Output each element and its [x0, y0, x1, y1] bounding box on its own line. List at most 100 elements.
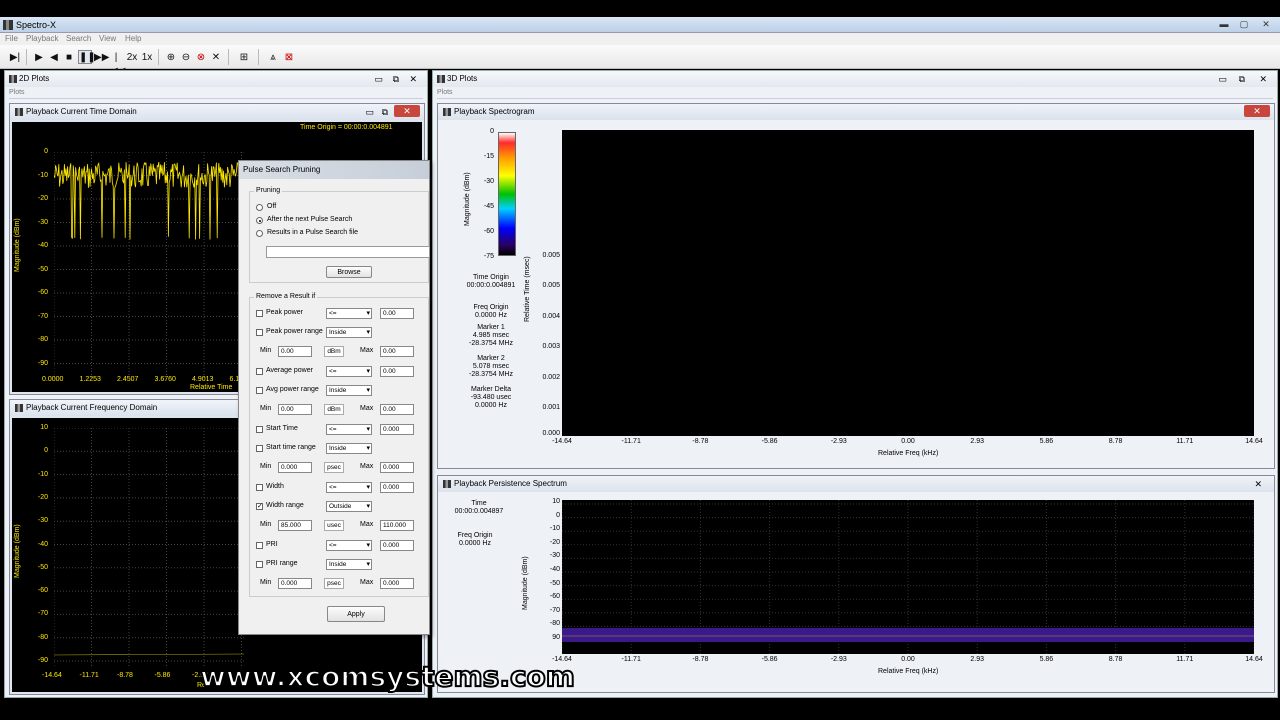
x-tick-label: -5.86 — [154, 672, 171, 679]
min-input[interactable]: 0.000 — [278, 578, 312, 589]
spectrogram-plot[interactable] — [562, 130, 1254, 436]
y-tick-label: -90 — [37, 657, 48, 664]
persistence-title: Playback Persistence Spectrum — [454, 479, 567, 488]
restore-icon[interactable]: ⧉ — [393, 71, 399, 87]
close-icon[interactable]: ✕ — [409, 71, 417, 87]
marker2-info: Marker 2 5.078 msec -28.3754 MHz — [456, 355, 526, 379]
checkbox-width[interactable] — [256, 484, 263, 491]
min-input[interactable]: 0.00 — [278, 404, 312, 415]
zoom-out-icon[interactable]: ⊖ — [179, 50, 193, 64]
close-icon[interactable]: ✕ — [1254, 476, 1262, 492]
marker2-label: Marker 2 — [477, 355, 505, 362]
x-tick-label: 11.71 — [1176, 438, 1194, 445]
restore-icon[interactable]: ⧉ — [1239, 71, 1245, 87]
persistence-plot[interactable] — [562, 500, 1254, 654]
speed-1x-icon[interactable]: 1x — [140, 50, 154, 64]
close-icon[interactable]: ✕ — [1258, 19, 1274, 30]
operator-select[interactable]: Inside — [326, 385, 372, 396]
zoom-reset-icon[interactable]: ⊗ — [194, 50, 208, 64]
zoom-fit-icon[interactable]: ✕ — [209, 50, 223, 64]
operator-select[interactable]: <= — [326, 424, 372, 435]
apply-button[interactable]: Apply — [327, 606, 385, 622]
checkbox-avg-power-range[interactable] — [256, 387, 263, 394]
file-path-input[interactable] — [266, 246, 430, 258]
value-input[interactable]: 0.00 — [380, 308, 414, 319]
value-input[interactable]: 0.000 — [380, 540, 414, 551]
checkbox-start-time[interactable] — [256, 426, 263, 433]
menu-search[interactable]: Search — [66, 34, 91, 43]
window-icon — [15, 108, 23, 116]
max-input[interactable]: 0.000 — [380, 462, 414, 473]
checkbox-pri-range[interactable] — [256, 561, 263, 568]
minimize-icon[interactable]: ▭ — [374, 71, 383, 87]
operator-select[interactable]: <= — [326, 482, 372, 493]
marker-delta-time: -93.480 usec — [470, 394, 512, 401]
toolbar: ▶| ▶ ◀ ■ ❚❚ ▶▶ |◀◀ 2x 1x ⊕ ⊖ ⊗ ✕ ⊞ ⩓ ⊠ — [0, 45, 1280, 77]
operator-select[interactable]: <= — [326, 308, 372, 319]
unit-label: psec — [324, 462, 344, 473]
radio-results-file[interactable] — [256, 230, 263, 237]
y-tick-label: -60 — [549, 593, 560, 601]
menu-view[interactable]: View — [99, 34, 116, 43]
pulse-delete-icon[interactable]: ⊠ — [282, 50, 296, 64]
checkbox-average-power[interactable] — [256, 368, 263, 375]
pause-icon[interactable]: ❚❚ — [78, 50, 96, 64]
app-titlebar: Spectro-X ▬ ▢ ✕ — [0, 17, 1280, 33]
criterion-label: Start Time — [266, 425, 298, 432]
close-icon[interactable]: ✕ — [1259, 71, 1267, 87]
checkbox-width-range[interactable]: ✓ — [256, 503, 263, 510]
fast-forward-icon[interactable]: ▶▶ — [93, 50, 109, 64]
time-origin-value: 00:00:0.004891 — [466, 282, 516, 289]
radio-off[interactable] — [256, 204, 263, 211]
menu-file[interactable]: File — [5, 34, 18, 43]
operator-select[interactable]: Inside — [326, 327, 372, 338]
remove-result-label: Remove a Result if — [254, 293, 318, 300]
skip-back-icon[interactable]: |◀◀ — [109, 50, 125, 77]
operator-select[interactable]: <= — [326, 540, 372, 551]
close-icon[interactable]: ✕ — [1244, 105, 1270, 117]
y-tick-label: 0 — [556, 511, 560, 519]
value-input[interactable]: 0.00 — [380, 366, 414, 377]
time-domain-graph — [54, 152, 244, 380]
min-input[interactable]: 0.00 — [278, 346, 312, 357]
menu-playback[interactable]: Playback — [26, 34, 58, 43]
minimize-icon[interactable]: ▭ — [1218, 71, 1227, 87]
criterion-label: Width — [266, 483, 284, 490]
min-input[interactable]: 85.000 — [278, 520, 312, 531]
close-icon[interactable]: ✕ — [394, 105, 420, 117]
checkbox-pri[interactable] — [256, 542, 263, 549]
radio-after-next-search[interactable] — [256, 217, 263, 224]
value-input[interactable]: 0.000 — [380, 482, 414, 493]
restore-icon[interactable]: ⧉ — [382, 104, 388, 120]
pulse-search-icon[interactable]: ⩓ — [266, 50, 280, 64]
max-input[interactable]: 0.00 — [380, 404, 414, 415]
time-origin-info: Time Origin 00:00:0.004891 — [456, 274, 526, 290]
toolbar-separator — [26, 49, 27, 65]
max-input[interactable]: 0.00 — [380, 346, 414, 357]
menu-help[interactable]: Help — [125, 34, 141, 43]
min-input[interactable]: 0.000 — [278, 462, 312, 473]
operator-select[interactable]: Outside — [326, 501, 372, 512]
minimize-icon[interactable]: ▬ — [1216, 19, 1232, 30]
zoom-in-icon[interactable]: ⊕ — [164, 50, 178, 64]
operator-select[interactable]: Inside — [326, 443, 372, 454]
play-step-icon[interactable]: ▶| — [8, 50, 22, 64]
max-input[interactable]: 110.000 — [380, 520, 414, 531]
play-icon[interactable]: ▶ — [32, 50, 46, 64]
operator-select[interactable]: <= — [326, 366, 372, 377]
x-tick-label: -11.71 — [621, 438, 641, 445]
rewind-icon[interactable]: ◀ — [47, 50, 61, 64]
stop-icon[interactable]: ■ — [62, 50, 76, 64]
maximize-icon[interactable]: ▢ — [1236, 19, 1252, 30]
grid-icon[interactable]: ⊞ — [237, 50, 251, 64]
speed-2x-icon[interactable]: 2x — [125, 50, 139, 64]
value-input[interactable]: 0.000 — [380, 424, 414, 435]
operator-select[interactable]: Inside — [326, 559, 372, 570]
minimize-icon[interactable]: ▭ — [365, 104, 374, 120]
checkbox-start-time-range[interactable] — [256, 445, 263, 452]
browse-button[interactable]: Browse — [326, 266, 372, 278]
criterion-label: Width range — [266, 502, 304, 509]
checkbox-peak-power[interactable] — [256, 310, 263, 317]
checkbox-peak-power-range[interactable] — [256, 329, 263, 336]
max-input[interactable]: 0.000 — [380, 578, 414, 589]
